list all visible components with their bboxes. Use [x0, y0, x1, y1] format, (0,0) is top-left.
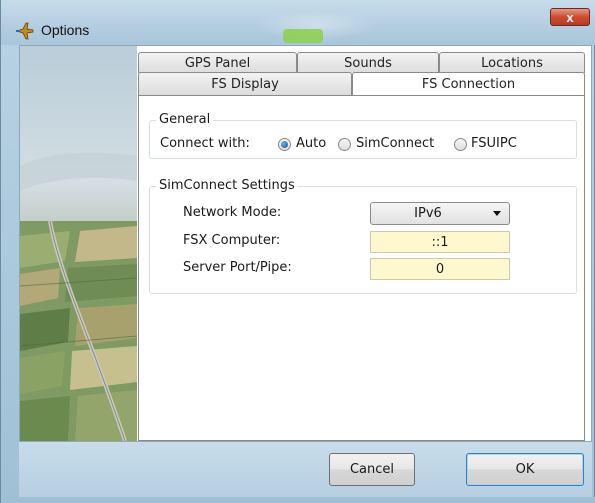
- tab-row-front: FS Display FS Connection: [138, 72, 585, 96]
- radio-simconnect[interactable]: [338, 138, 351, 151]
- ok-button-label: OK: [515, 462, 535, 477]
- radio-fsuipc-label[interactable]: FSUIPC: [471, 136, 517, 151]
- aerial-landscape-image: [20, 46, 137, 441]
- title-bar-decoration: [283, 29, 323, 43]
- title-bar[interactable]: Options x: [1, 0, 595, 45]
- ok-button[interactable]: OK: [466, 453, 584, 486]
- cancel-button-label: Cancel: [349, 462, 395, 477]
- general-group: General Connect with: Auto SimConnect FS…: [149, 112, 577, 159]
- fsx-computer-label: FSX Computer:: [183, 233, 281, 248]
- general-group-title: General: [156, 112, 214, 127]
- close-icon: x: [566, 9, 574, 25]
- radio-fsuipc[interactable]: [454, 138, 467, 151]
- radio-simconnect-label[interactable]: SimConnect: [356, 136, 434, 151]
- network-mode-select[interactable]: IPv6: [370, 202, 510, 225]
- chevron-down-icon: [493, 211, 501, 216]
- radio-auto-label[interactable]: Auto: [296, 136, 326, 151]
- aerial-landscape-picture: [20, 46, 137, 441]
- network-mode-value: IPv6: [414, 206, 442, 221]
- server-port-label: Server Port/Pipe:: [183, 260, 292, 275]
- tab-fs-display[interactable]: FS Display: [138, 72, 352, 95]
- simconnect-settings-title: SimConnect Settings: [156, 178, 298, 193]
- fs-connection-panel: General Connect with: Auto SimConnect FS…: [138, 95, 585, 441]
- tab-label: Sounds: [344, 55, 392, 71]
- button-bar: Cancel OK: [19, 442, 592, 497]
- radio-auto[interactable]: [278, 138, 291, 151]
- simconnect-settings-group: SimConnect Settings Network Mode: IPv6 F…: [149, 178, 577, 294]
- cancel-button[interactable]: Cancel: [329, 453, 415, 486]
- window-title: Options: [41, 22, 90, 38]
- server-port-value: 0: [435, 261, 445, 277]
- plane-icon: [15, 22, 34, 40]
- tab-sounds[interactable]: Sounds: [297, 52, 439, 73]
- tab-locations[interactable]: Locations: [439, 52, 585, 73]
- tab-label: GPS Panel: [184, 55, 251, 71]
- connect-with-label: Connect with:: [160, 136, 250, 151]
- tab-label: FS Connection: [421, 77, 516, 92]
- close-button[interactable]: x: [550, 8, 590, 26]
- options-window: Options x GPS Panel Sounds Locations FS …: [0, 0, 595, 503]
- tab-row-back: GPS Panel Sounds Locations: [138, 52, 585, 73]
- tab-gps-panel[interactable]: GPS Panel: [138, 52, 297, 73]
- tab-fs-connection[interactable]: FS Connection: [352, 72, 585, 96]
- network-mode-label: Network Mode:: [183, 205, 282, 220]
- server-port-field[interactable]: 0: [370, 258, 510, 280]
- fsx-computer-value: ::1: [431, 234, 449, 250]
- tab-label: FS Display: [211, 76, 279, 92]
- fsx-computer-field[interactable]: ::1: [370, 231, 510, 253]
- tab-label: Locations: [481, 55, 543, 71]
- window-bottom-border: [1, 497, 595, 503]
